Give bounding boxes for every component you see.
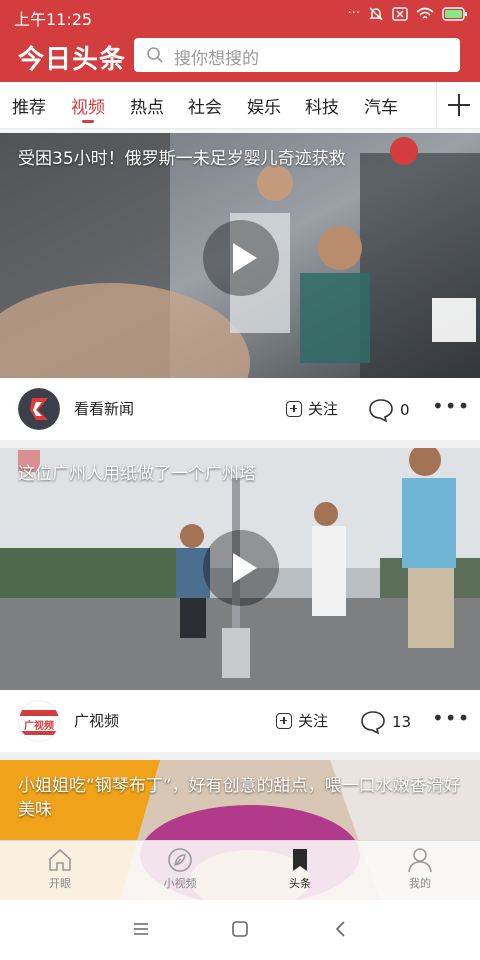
app-logo: 今日头条	[18, 45, 127, 75]
menu-icon[interactable]	[132, 920, 150, 938]
battery-icon	[442, 6, 467, 21]
play-icon[interactable]	[203, 220, 279, 296]
tab-entertainment[interactable]: 娱乐	[247, 93, 281, 118]
feed-divider	[0, 440, 480, 448]
system-nav-bar	[0, 900, 480, 960]
add-channel-button[interactable]	[436, 82, 480, 128]
bottom-nav: 开眼 小视频 头条 我的	[0, 840, 480, 901]
nav-short-video[interactable]: 小视频	[150, 847, 210, 891]
source-avatar-kankan[interactable]	[18, 388, 60, 430]
status-icons: ···	[348, 6, 468, 21]
video-meta-2: 广视频 广视频 关注 13 •••	[0, 690, 480, 752]
source-name[interactable]: 看看新闻	[74, 398, 134, 419]
video-card-1[interactable]: 受困35小时！俄罗斯一未足岁婴儿奇迹获救	[0, 133, 480, 378]
source-name[interactable]: 广视频	[74, 710, 119, 731]
follow-button[interactable]: 关注	[276, 710, 328, 731]
comment-icon	[361, 711, 385, 734]
tab-recommend[interactable]: 推荐	[12, 93, 46, 118]
nav-headlines[interactable]: 头条	[270, 847, 330, 891]
nav-label: 小视频	[163, 877, 197, 890]
tab-video[interactable]: 视频	[71, 93, 105, 118]
follow-label: 关注	[308, 400, 339, 418]
video-meta-1: 看看新闻 关注 0 •••	[0, 378, 480, 440]
bookmark-icon	[293, 849, 307, 871]
status-time: 上午11:25	[14, 10, 93, 29]
home-icon	[49, 848, 71, 871]
tabs-fade	[415, 82, 435, 128]
nav-label: 我的	[409, 877, 431, 890]
more-icon[interactable]: •••	[432, 706, 470, 730]
status-bar: 上午11:25 ···	[0, 0, 480, 30]
avatar-text: 广视频	[24, 721, 54, 732]
tab-hot[interactable]: 热点	[130, 93, 164, 118]
sim-icon	[392, 6, 408, 21]
tab-auto[interactable]: 汽车	[364, 93, 398, 118]
comment-count: 13	[392, 713, 412, 731]
video-card-2[interactable]: 这位广州人用纸做了一个广州塔	[0, 448, 480, 690]
active-tab-indicator	[82, 120, 94, 123]
feed-divider	[0, 752, 480, 760]
video-title: 受困35小时！俄罗斯一未足岁婴儿奇迹获救	[18, 149, 346, 169]
nav-profile[interactable]: 我的	[390, 847, 450, 891]
wifi-icon	[416, 7, 434, 19]
status-dots: ···	[347, 6, 360, 21]
back-icon[interactable]	[332, 920, 350, 938]
comment-count: 0	[400, 401, 410, 419]
plus-box-icon	[286, 400, 302, 417]
home-square-icon[interactable]	[231, 920, 249, 938]
tab-tech[interactable]: 科技	[305, 93, 339, 118]
search-placeholder: 搜你想搜的	[174, 49, 259, 69]
video-title: 小姐姐吃“钢琴布丁”，好有创意的甜点，喂一口水嫩香滑好美味	[18, 776, 461, 820]
follow-button[interactable]: 关注	[286, 398, 338, 419]
plus-box-icon	[276, 712, 292, 729]
tab-society[interactable]: 社会	[188, 93, 222, 118]
user-icon	[408, 848, 432, 873]
nav-home[interactable]: 开眼	[30, 847, 90, 891]
search-box[interactable]: 搜你想搜的	[134, 38, 460, 72]
comment-icon	[369, 399, 393, 422]
channel-tabs: 推荐 视频 热点 社会 娱乐 科技 汽车	[0, 82, 480, 129]
nav-label: 开眼	[49, 877, 71, 890]
search-icon	[147, 47, 163, 63]
more-icon[interactable]: •••	[432, 394, 470, 418]
follow-label: 关注	[298, 712, 329, 730]
source-avatar-gsp[interactable]: 广视频	[18, 700, 60, 742]
comment-button[interactable]: 0	[368, 398, 410, 422]
mute-icon	[369, 7, 383, 20]
comment-button[interactable]: 13	[360, 710, 411, 734]
video-title: 这位广州人用纸做了一个广州塔	[18, 464, 256, 484]
nav-label: 头条	[289, 877, 311, 890]
play-icon[interactable]	[203, 530, 279, 606]
leaf-icon	[168, 848, 192, 872]
app-header: 今日头条 搜你想搜的	[0, 30, 480, 82]
